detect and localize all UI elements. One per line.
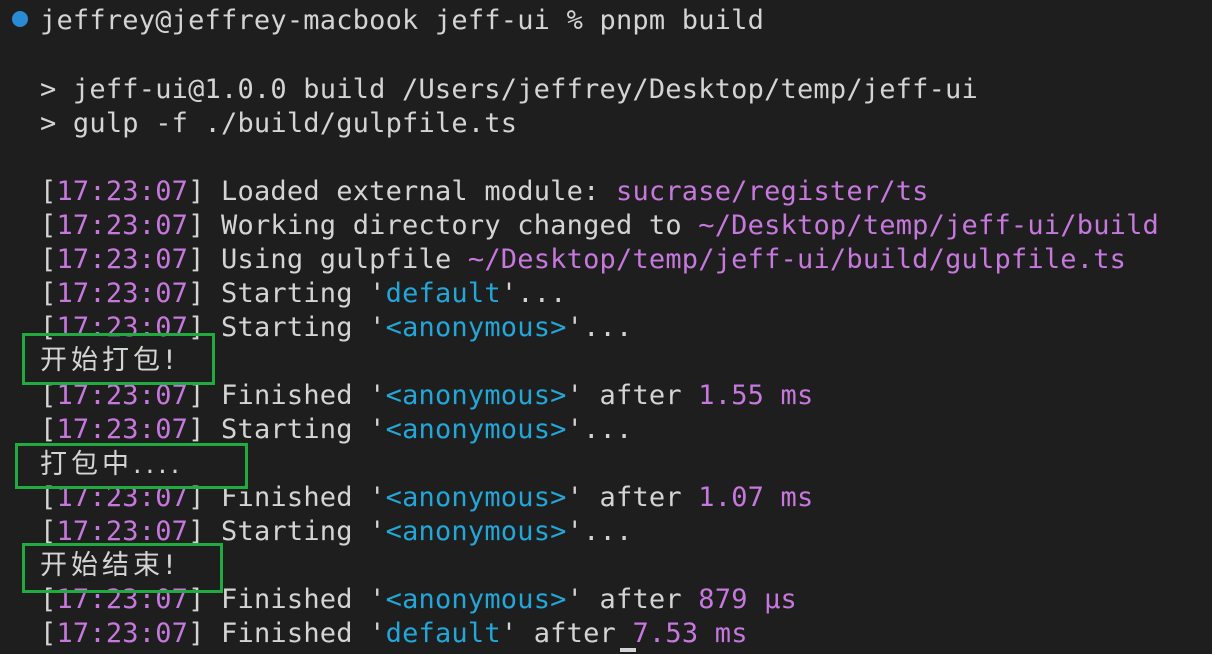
log-line: [17:23:07] Finished 'default' after 7.53… <box>40 618 748 649</box>
prompt-status-dot-icon <box>12 11 28 27</box>
script-line: > gulp -f ./build/gulpfile.ts <box>40 108 518 139</box>
timestamp: 17:23:07 <box>56 278 189 309</box>
timestamp: 17:23:07 <box>56 244 189 275</box>
duration: 1.07 ms <box>698 482 814 513</box>
prompt-line: jeffrey@jeffrey-macbook jeff-ui % pnpm b… <box>40 5 765 36</box>
script-line: > jeff-ui@1.0.0 build /Users/jeffrey/Des… <box>40 74 978 105</box>
task-name: <anonymous> <box>385 516 567 547</box>
timestamp: 17:23:07 <box>56 176 189 207</box>
duration: 879 µs <box>698 584 798 615</box>
task-name: <anonymous> <box>385 312 567 343</box>
terminal-cursor <box>620 648 636 652</box>
terminal-window[interactable]: jeffrey@jeffrey-macbook jeff-ui % pnpm b… <box>0 0 1212 654</box>
gulpfile-path: ~/Desktop/temp/jeff-ui/build/gulpfile.ts <box>467 244 1127 275</box>
highlight-box <box>15 443 248 489</box>
log-line: [17:23:07] Working directory changed to … <box>40 210 1160 241</box>
task-name: <anonymous> <box>385 482 567 513</box>
duration: 7.53 ms <box>632 618 748 649</box>
log-line: [17:23:07] Starting '<anonymous>'... <box>40 414 633 445</box>
highlight-box <box>22 543 223 593</box>
timestamp: 17:23:07 <box>56 210 189 241</box>
task-name: <anonymous> <box>385 380 567 411</box>
duration: 1.55 ms <box>698 380 814 411</box>
directory-path: ~/Desktop/temp/jeff-ui/build <box>698 210 1160 241</box>
log-line: [17:23:07] Loaded external module: sucra… <box>40 176 929 207</box>
log-line: [17:23:07] Starting 'default'... <box>40 278 567 309</box>
log-line: [17:23:07] Using gulpfile ~/Desktop/temp… <box>40 244 1127 275</box>
task-name: default <box>385 618 501 649</box>
task-name: <anonymous> <box>385 584 567 615</box>
timestamp: 17:23:07 <box>56 414 189 445</box>
timestamp: 17:23:07 <box>56 618 189 649</box>
module-path: sucrase/register/ts <box>615 176 929 207</box>
task-name: <anonymous> <box>385 414 567 445</box>
highlight-box <box>22 333 215 385</box>
task-name: default <box>385 278 501 309</box>
